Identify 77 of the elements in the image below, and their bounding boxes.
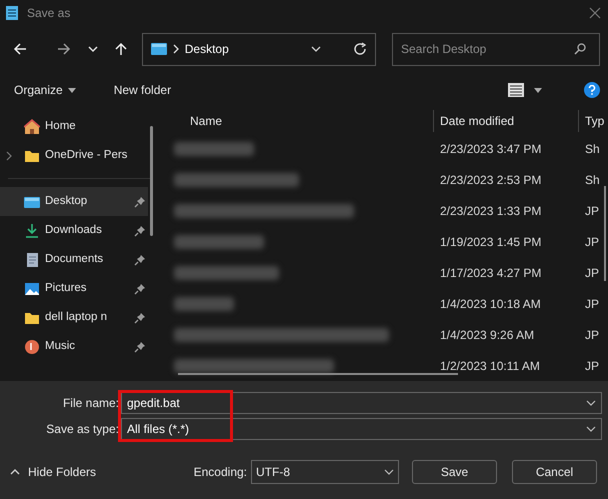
sidebar-item[interactable]: Downloads [0,216,148,245]
sidebar-item[interactable]: dell laptop n [0,303,148,332]
forward-icon [56,41,72,57]
sidebar-label: Pictures [45,280,87,296]
type-cell-text: JP [584,326,600,344]
new-folder-button[interactable]: New folder [108,78,178,102]
type-cell-text: JP [584,264,600,282]
file-name-field[interactable]: gpedit.bat [121,392,602,414]
up-icon [113,41,130,57]
date-cell-text: 1/4/2023 9:26 AM [439,326,536,344]
date-cell-text: 1/2/2023 10:11 AM [439,358,541,374]
sidebar-label: Home [45,118,76,134]
sidebar-label: OneDrive - Pers [45,148,128,163]
encoding-label: Encoding: [194,464,247,481]
save-button[interactable]: Save [412,460,497,484]
save-as-type-dropdown[interactable]: All files (*.*) [121,418,602,440]
vertical-scrollbar[interactable] [604,186,606,281]
sidebar-item[interactable]: Documents [0,245,148,274]
encoding-dropdown[interactable]: UTF-8 [251,460,399,484]
type-cell-text: JP [584,358,600,374]
cancel-button[interactable]: Cancel [512,460,597,484]
sidebar-item[interactable]: OneDrive - Pers [0,141,148,170]
sidebar-item[interactable]: Desktop [0,187,148,216]
chevron-right-icon [172,44,179,54]
horizontal-scrollbar[interactable] [178,373,458,375]
type-cell-text: Sh [584,172,600,188]
notepad-icon [5,5,19,21]
date-cell-text: 1/17/2023 4:27 PM [439,264,542,282]
type-cell-text: Sh [584,140,600,158]
list-view-icon [508,83,524,97]
date-cell-text: 2/23/2023 3:47 PM [439,140,542,158]
home-icon [24,118,40,134]
column-header[interactable]: Date modified [433,110,578,132]
chevron-down-icon [586,426,596,432]
sidebar-label: Desktop [45,194,88,209]
sidebar-label: Music [45,338,76,354]
sidebar-label: Documents [45,252,104,267]
document-icon [24,252,40,268]
search-field[interactable]: Search Desktop [392,32,600,66]
type-cell-text: JP [584,296,600,312]
chevron-down-icon [384,469,394,475]
blurred-file-name [174,296,234,310]
address-bar[interactable]: Desktop [142,32,376,66]
date-cell-text: 2/23/2023 2:53 PM [439,172,542,188]
caret-down-icon [534,88,542,92]
chevron-up-icon [10,469,20,475]
search-icon [574,42,586,54]
close-button[interactable] [587,5,603,21]
refresh-icon [353,42,368,56]
hide-folders-button[interactable]: Hide Folders [4,463,96,481]
type-cell-text: JP [584,234,600,250]
desktop-icon [150,43,167,55]
sidebar-item[interactable]: Music [0,332,148,361]
scrollbar-thumb[interactable] [150,126,153,236]
type-cell-text: JP [584,202,600,220]
download-icon [24,222,40,238]
sidebar-item[interactable]: Home [0,112,148,141]
column-header[interactable]: Name [158,110,433,132]
date-cell-text: 1/4/2023 10:18 AM [439,296,542,312]
picture-icon [24,280,40,296]
sidebar-item[interactable]: Pictures [0,274,148,303]
question-mark-icon [588,85,596,95]
sidebar-label: Downloads [45,222,102,238]
chevron-down-icon [586,400,596,406]
organize-button[interactable]: Organize [8,78,82,102]
back-icon [12,41,28,57]
sidebar-label: dell laptop n [45,310,108,325]
date-cell-text: 1/19/2023 1:45 PM [439,234,542,250]
chevron-down-icon [311,45,322,53]
field-label: File name: [62,395,120,412]
caret-down-icon [68,88,76,92]
date-cell-text: 2/23/2023 1:33 PM [439,202,542,220]
window-title: Save as [27,5,70,22]
field-label: Save as type: [45,421,120,438]
help-button[interactable] [584,82,600,98]
address-location: Desktop [184,41,229,58]
column-header[interactable]: Typ [578,110,608,132]
